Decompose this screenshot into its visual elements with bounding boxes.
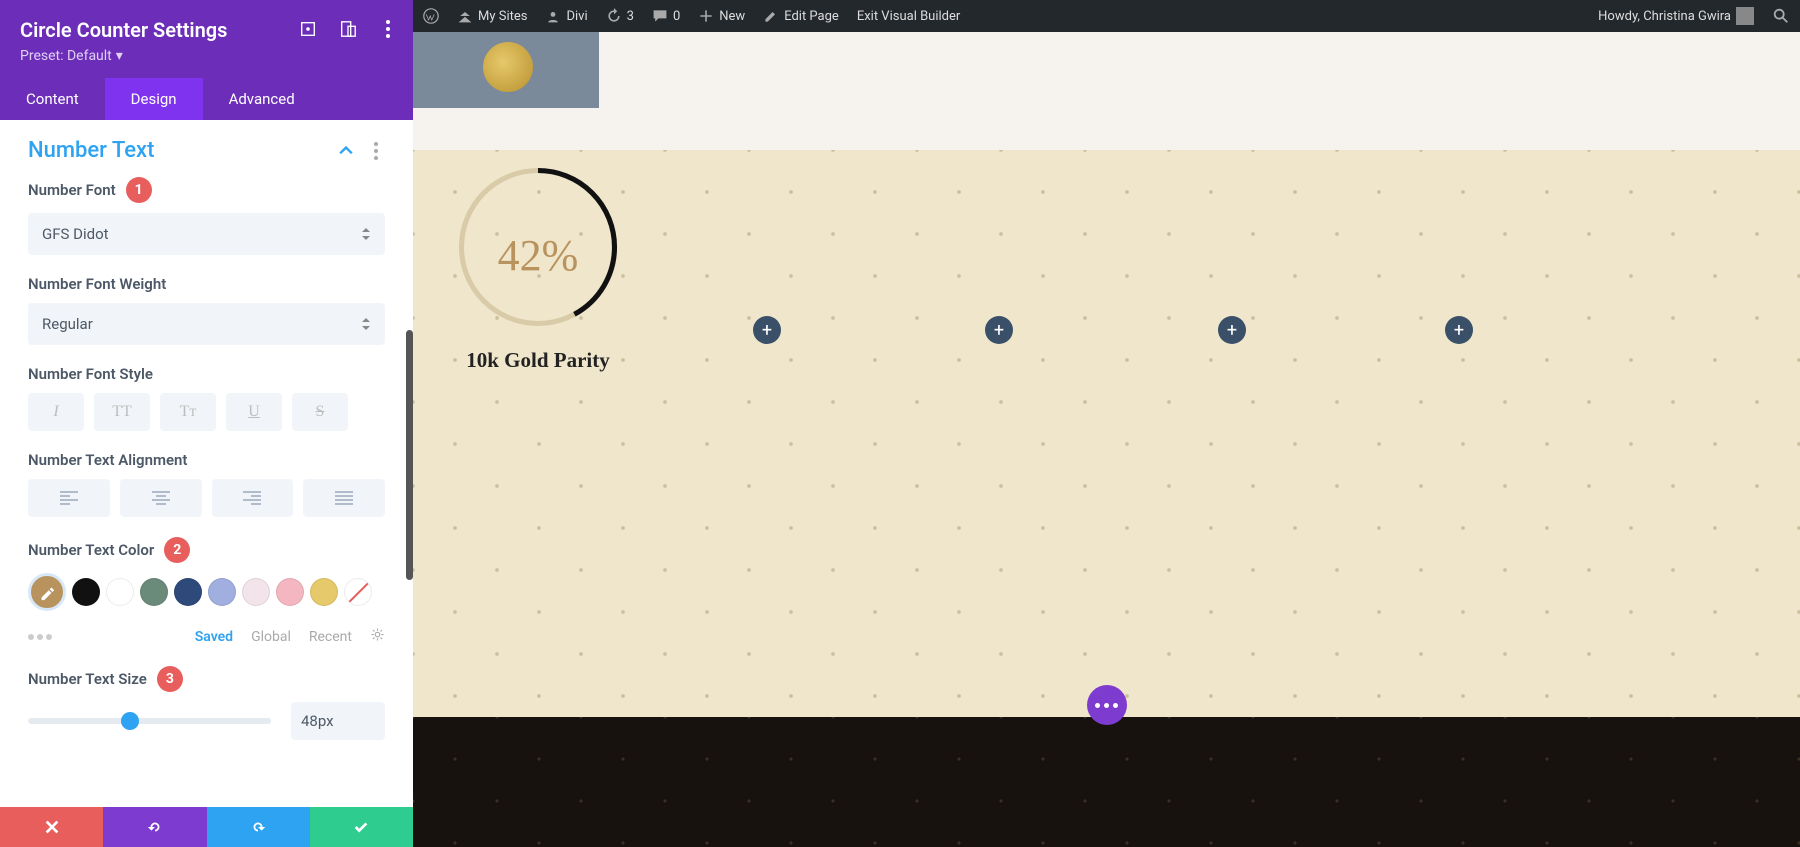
add-module-button[interactable]: + <box>1218 316 1246 344</box>
counter-title: 10k Gold Parity <box>453 348 623 373</box>
redo-button[interactable] <box>207 807 310 847</box>
my-sites[interactable]: My Sites <box>457 8 527 24</box>
color-label: Number Text Color <box>28 541 154 559</box>
font-style-button[interactable]: S <box>292 393 348 431</box>
expand-icon[interactable] <box>299 20 317 38</box>
updates[interactable]: 3 <box>606 8 634 24</box>
more-icon[interactable] <box>379 20 397 38</box>
color-swatch[interactable] <box>140 578 168 606</box>
badge-2: 2 <box>164 537 190 563</box>
settings-tabs: Content Design Advanced <box>0 78 413 120</box>
user-greeting[interactable]: Howdy, Christina Gwira <box>1598 7 1754 25</box>
color-swatch[interactable] <box>174 578 202 606</box>
color-swatch[interactable] <box>276 578 304 606</box>
exit-visual-builder[interactable]: Exit Visual Builder <box>857 9 960 24</box>
search-icon[interactable] <box>1772 7 1790 25</box>
add-module-button[interactable]: + <box>985 316 1013 344</box>
settings-panel: Circle Counter Settings Preset: Default … <box>0 0 413 847</box>
font-style-button[interactable]: Tᴛ <box>160 393 216 431</box>
panel-footer <box>0 807 413 847</box>
add-module-button[interactable]: + <box>1445 316 1473 344</box>
builder-fab[interactable] <box>1087 685 1127 725</box>
panel-body: Number Text Number Font 1 GFS Didot Numbe… <box>0 120 413 807</box>
badge-3: 3 <box>157 666 183 692</box>
page-canvas: 42% 10k Gold Parity + + + + <box>413 32 1800 847</box>
style-label: Number Font Style <box>28 365 153 383</box>
responsive-icon[interactable] <box>339 20 357 38</box>
color-swatch[interactable] <box>106 578 134 606</box>
color-picker-button[interactable] <box>28 573 66 611</box>
footer-section <box>413 717 1800 847</box>
circle-counter-module[interactable]: 42% 10k Gold Parity <box>453 162 623 373</box>
font-style-button[interactable]: I <box>28 393 84 431</box>
hero-image <box>413 32 599 108</box>
size-input[interactable] <box>291 702 385 740</box>
canvas-header-area <box>413 32 1800 150</box>
slider-thumb[interactable] <box>121 712 139 730</box>
avatar <box>1736 7 1754 25</box>
new-content[interactable]: New <box>698 8 745 24</box>
wp-admin-bar: My Sites Divi 3 0 New Edit Page Exit Vis… <box>413 0 1800 32</box>
scrollbar[interactable] <box>406 330 413 580</box>
weight-select[interactable]: Regular <box>28 303 385 345</box>
align-center-button[interactable] <box>120 479 202 517</box>
font-label: Number Font <box>28 181 116 199</box>
section-more-icon[interactable] <box>367 142 385 160</box>
font-style-button[interactable]: U <box>226 393 282 431</box>
color-swatch[interactable] <box>208 578 236 606</box>
save-button[interactable] <box>310 807 413 847</box>
color-swatch[interactable] <box>72 578 100 606</box>
palette-settings-icon[interactable] <box>370 627 385 646</box>
align-right-button[interactable] <box>212 479 294 517</box>
cancel-button[interactable] <box>0 807 103 847</box>
align-left-button[interactable] <box>28 479 110 517</box>
color-swatch[interactable] <box>242 578 270 606</box>
tab-content[interactable]: Content <box>0 78 105 120</box>
palette-tab-saved[interactable]: Saved <box>195 629 233 645</box>
tab-advanced[interactable]: Advanced <box>203 78 321 120</box>
color-swatch-none[interactable] <box>344 578 372 606</box>
palette-tab-global[interactable]: Global <box>251 629 291 645</box>
collapse-icon[interactable] <box>339 144 353 158</box>
wp-logo[interactable] <box>423 8 439 24</box>
section-title[interactable]: Number Text <box>28 138 154 163</box>
caret-down-icon: ▾ <box>116 48 123 64</box>
panel-header: Circle Counter Settings Preset: Default … <box>0 0 413 78</box>
palette-tab-recent[interactable]: Recent <box>309 629 352 645</box>
align-justify-button[interactable] <box>303 479 385 517</box>
align-label: Number Text Alignment <box>28 451 187 469</box>
weight-label: Number Font Weight <box>28 275 166 293</box>
tab-design[interactable]: Design <box>105 78 203 120</box>
counter-percent: 42% <box>453 230 623 281</box>
badge-1: 1 <box>126 177 152 203</box>
comments[interactable]: 0 <box>652 8 680 24</box>
size-slider[interactable] <box>28 718 271 724</box>
preset-selector[interactable]: Preset: Default ▾ <box>20 48 393 64</box>
site-name[interactable]: Divi <box>545 8 587 24</box>
palette-more-icon[interactable] <box>28 634 52 640</box>
undo-button[interactable] <box>103 807 206 847</box>
font-style-button[interactable]: TT <box>94 393 150 431</box>
color-swatch[interactable] <box>310 578 338 606</box>
add-module-button[interactable]: + <box>753 316 781 344</box>
size-label: Number Text Size <box>28 670 147 688</box>
font-select[interactable]: GFS Didot <box>28 213 385 255</box>
edit-page[interactable]: Edit Page <box>763 8 839 24</box>
